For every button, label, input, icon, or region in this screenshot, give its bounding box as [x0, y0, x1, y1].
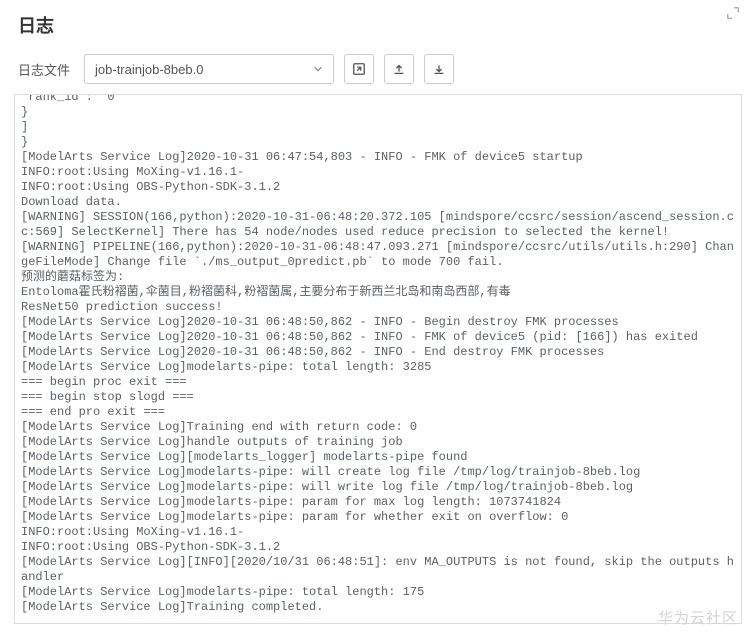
log-output[interactable]: "device_id": "5","device_ip": "192.2.54.… [14, 94, 742, 624]
log-line: [ModelArts Service Log]handle outputs of… [21, 435, 735, 450]
collapse-icon[interactable] [726, 6, 740, 23]
log-file-label: 日志文件 [18, 60, 70, 79]
log-line: [WARNING] PIPELINE(166,python):2020-10-3… [21, 240, 735, 270]
log-line: [ModelArts Service Log][INFO][2020/10/31… [21, 555, 735, 585]
log-line: INFO:root:Using MoXing-v1.16.1- [21, 525, 735, 540]
page-title: 日志 [18, 12, 738, 38]
log-line: [ModelArts Service Log]Training complete… [21, 600, 735, 615]
upload-button[interactable] [384, 54, 414, 84]
log-file-select-value: job-trainjob-8beb.0 [95, 62, 203, 77]
log-line: [ModelArts Service Log]modelarts-pipe: p… [21, 510, 735, 525]
log-line: [ModelArts Service Log]2020-10-31 06:48:… [21, 330, 735, 345]
log-line: Download data. [21, 195, 735, 210]
log-line: [ModelArts Service Log]2020-10-31 06:47:… [21, 150, 735, 165]
log-line: === begin stop slogd === [21, 390, 735, 405]
panel-header: 日志 [0, 0, 756, 46]
log-line: Entoloma霍氏粉褶菌,伞菌目,粉褶菌科,粉褶菌属,主要分布于新西兰北岛和南… [21, 285, 735, 300]
log-line: [ModelArts Service Log]modelarts-pipe: w… [21, 465, 735, 480]
log-line: === end pro exit === [21, 405, 735, 420]
log-line: } [21, 105, 735, 120]
log-file-select[interactable]: job-trainjob-8beb.0 [84, 54, 334, 84]
log-line: "rank_id": "0" [21, 94, 735, 105]
log-line: [WARNING] SESSION(166,python):2020-10-31… [21, 210, 735, 240]
log-line: [ModelArts Service Log]modelarts-pipe: w… [21, 480, 735, 495]
log-line: [ModelArts Service Log]2020-10-31 06:48:… [21, 315, 735, 330]
open-external-button[interactable] [344, 54, 374, 84]
log-line: ] [21, 120, 735, 135]
toolbar: 日志文件 job-trainjob-8beb.0 [0, 46, 756, 94]
log-line: INFO:root:Using MoXing-v1.16.1- [21, 165, 735, 180]
log-line: [ModelArts Service Log]2020-10-31 06:48:… [21, 345, 735, 360]
log-line: INFO:root:Using OBS-Python-SDK-3.1.2 [21, 540, 735, 555]
log-line: [ModelArts Service Log]modelarts-pipe: t… [21, 585, 735, 600]
download-button[interactable] [424, 54, 454, 84]
log-line: [ModelArts Service Log]modelarts-pipe: t… [21, 360, 735, 375]
log-line: INFO:root:Using OBS-Python-SDK-3.1.2 [21, 180, 735, 195]
chevron-down-icon [313, 62, 323, 77]
log-line: 预测的蘑菇标签为: [21, 270, 735, 285]
log-line: [ModelArts Service Log]modelarts-pipe: p… [21, 495, 735, 510]
log-line: } [21, 135, 735, 150]
log-line: [ModelArts Service Log]Training end with… [21, 420, 735, 435]
log-line: === begin proc exit === [21, 375, 735, 390]
log-line: ResNet50 prediction success! [21, 300, 735, 315]
log-line: [ModelArts Service Log][modelarts_logger… [21, 450, 735, 465]
